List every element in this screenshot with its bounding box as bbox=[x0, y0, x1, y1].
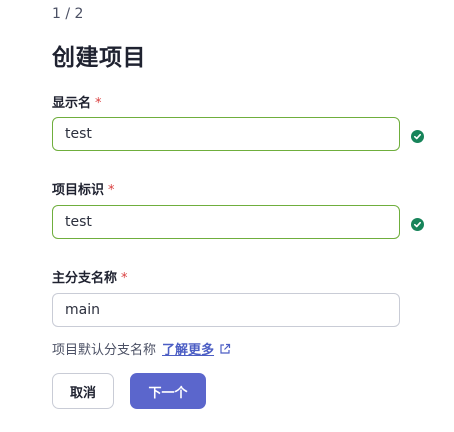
main-branch-label: 主分支名称 * bbox=[52, 267, 128, 286]
main-branch-value: main bbox=[65, 302, 100, 318]
next-button[interactable]: 下一个 bbox=[130, 373, 206, 409]
project-id-input[interactable]: test bbox=[52, 205, 400, 239]
cancel-button[interactable]: 取消 bbox=[52, 373, 114, 409]
main-branch-hint-text: 项目默认分支名称 bbox=[52, 343, 157, 358]
page-title: 创建项目 bbox=[52, 45, 146, 71]
main-branch-label-text: 主分支名称 bbox=[52, 271, 118, 286]
project-id-label-text: 项目标识 bbox=[52, 183, 105, 198]
check-circle-icon bbox=[411, 218, 424, 231]
main-branch-hint: 项目默认分支名称 了解更多 bbox=[52, 339, 231, 358]
project-id-label: 项目标识 * bbox=[52, 179, 115, 198]
create-project-page: 1 / 2 创建项目 显示名 * test 项目标识 * test 主分支名称 * m… bbox=[0, 0, 454, 432]
display-name-value: test bbox=[65, 126, 92, 142]
display-name-label: 显示名 * bbox=[52, 92, 102, 111]
main-branch-input[interactable]: main bbox=[52, 293, 400, 327]
check-circle-icon bbox=[411, 130, 424, 143]
step-indicator: 1 / 2 bbox=[52, 6, 84, 22]
learn-more-link[interactable]: 了解更多 bbox=[162, 339, 214, 358]
required-marker: * bbox=[121, 271, 128, 286]
external-link-icon[interactable] bbox=[219, 343, 231, 355]
project-id-value: test bbox=[65, 214, 92, 230]
required-marker: * bbox=[108, 183, 115, 198]
required-marker: * bbox=[95, 96, 102, 111]
display-name-input[interactable]: test bbox=[52, 117, 400, 151]
display-name-label-text: 显示名 bbox=[52, 96, 92, 111]
